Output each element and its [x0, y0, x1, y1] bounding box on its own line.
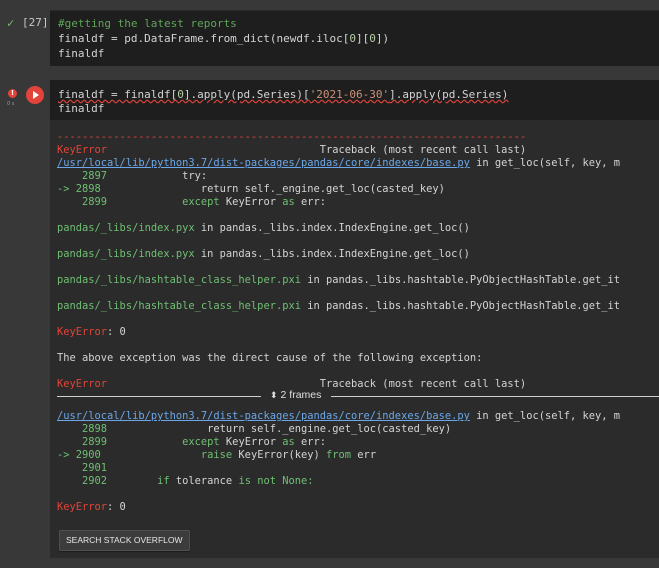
error-message: KeyError: 0	[57, 326, 126, 338]
traceback-line: -> 2900 raise KeyError(key) from err	[57, 449, 377, 461]
code-line: finaldf = finaldf[0].apply(pd.Series)['2…	[58, 88, 509, 101]
execution-time: 0 s	[7, 101, 15, 107]
error-message: KeyError: 0	[57, 501, 126, 513]
code-editor-2[interactable]: finaldf = finaldf[0].apply(pd.Series)['2…	[50, 80, 659, 120]
success-check-icon: ✓	[7, 16, 15, 30]
file-link[interactable]: /usr/local/lib/python3.7/dist-packages/p…	[57, 410, 470, 422]
traceback-line: 2898 return self._engine.get_loc(casted_…	[57, 423, 452, 435]
traceback-file: /usr/local/lib/python3.7/dist-packages/p…	[57, 410, 621, 422]
search-stack-overflow-button[interactable]: SEARCH STACK OVERFLOW	[59, 530, 190, 551]
code-editor-1[interactable]: #getting the latest reports finaldf = pd…	[50, 10, 659, 66]
traceback-frame: pandas/_libs/index.pyx in pandas._libs.i…	[57, 248, 470, 260]
run-cell-button[interactable]	[26, 86, 44, 104]
frames-toggle[interactable]: ⬍ 2 frames	[57, 389, 659, 403]
traceback-frame: pandas/_libs/hashtable_class_helper.pxi …	[57, 274, 621, 286]
traceback-line: 2901	[57, 462, 108, 474]
file-link[interactable]: /usr/local/lib/python3.7/dist-packages/p…	[57, 157, 470, 169]
code-line: finaldf	[58, 47, 105, 60]
traceback-frame: pandas/_libs/hashtable_class_helper.pxi …	[57, 300, 621, 312]
divider	[57, 396, 261, 397]
separator-line: ----------------------------------------…	[57, 131, 527, 143]
traceback-line: -> 2898 return self._engine.get_loc(cast…	[57, 183, 445, 195]
traceback-line: 2899 except KeyError as err:	[57, 436, 327, 448]
traceback-file: /usr/local/lib/python3.7/dist-packages/p…	[57, 157, 621, 169]
traceback-line: 2897 try:	[57, 170, 208, 182]
traceback-header: KeyError Traceback (most recent call las…	[57, 144, 527, 156]
traceback-line: 2899 except KeyError as err:	[57, 196, 327, 208]
frames-toggle-label[interactable]: ⬍ 2 frames	[270, 389, 321, 401]
traceback-line: 2902 if tolerance is not None:	[57, 475, 314, 487]
code-line: #getting the latest reports	[58, 17, 237, 30]
code-cell-2[interactable]: ! 0 s finaldf = finaldf[0].apply(pd.Seri…	[0, 80, 659, 558]
code-comment: #getting the latest reports	[58, 17, 237, 30]
execution-count: [27]	[22, 16, 49, 29]
expand-icon: ⬍	[270, 390, 278, 400]
code-line: finaldf	[58, 102, 105, 115]
error-icon: !	[8, 89, 17, 98]
cause-message: The above exception was the direct cause…	[57, 352, 483, 364]
cell-output: ----------------------------------------…	[50, 120, 659, 558]
code-cell-1[interactable]: ✓ [27] #getting the latest reports final…	[0, 10, 659, 66]
traceback-frame: pandas/_libs/index.pyx in pandas._libs.i…	[57, 222, 470, 234]
code-line: finaldf = pd.DataFrame.from_dict(newdf.i…	[58, 32, 390, 45]
divider	[331, 396, 659, 397]
